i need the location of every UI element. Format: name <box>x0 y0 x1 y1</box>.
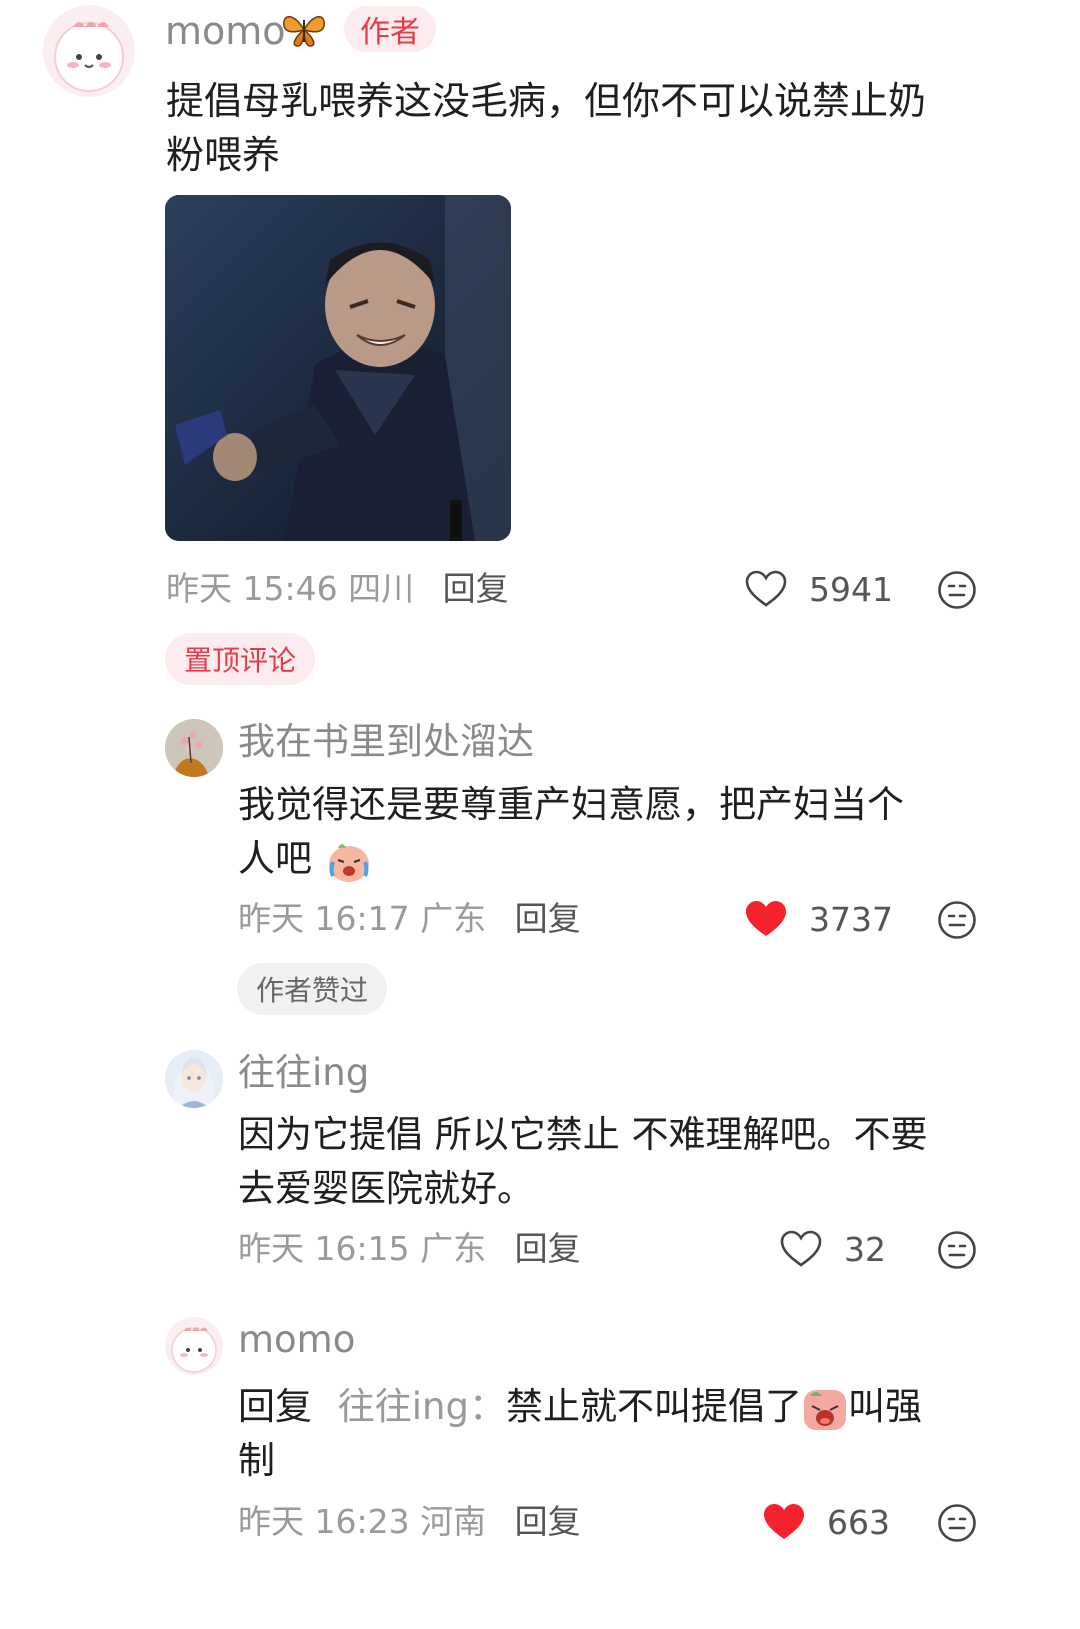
like-button[interactable]: 3737 <box>745 896 893 942</box>
crying-emoji <box>324 838 374 884</box>
author-badge: 作者 <box>344 6 436 52</box>
reply-meta: 昨天 16:23 河南 回复 <box>238 1499 581 1545</box>
like-count: 3737 <box>809 899 893 939</box>
reply-to-user[interactable]: 往往ing： <box>338 1385 506 1428</box>
reply-text-line-1: 因为它提倡 所以它禁止 不难理解吧。不要 <box>238 1113 928 1156</box>
reply-text-end: 叫强 <box>847 1385 922 1428</box>
reply-avatar[interactable] <box>165 1317 223 1375</box>
like-button[interactable]: 663 <box>763 1499 890 1545</box>
author-username[interactable]: momo <box>165 8 286 54</box>
reply-text-line-2: 制 <box>238 1439 275 1482</box>
reply-button[interactable]: 回复 <box>515 1229 581 1268</box>
reply-time: 昨天 16:17 <box>238 899 410 938</box>
reply-prefix: 回复 <box>238 1385 312 1428</box>
reply-avatar[interactable] <box>165 719 223 777</box>
emoji-face-icon[interactable] <box>937 900 977 940</box>
butterfly-icon <box>280 10 328 50</box>
emoji-face-icon[interactable] <box>937 1503 977 1543</box>
comment-location: 四川 <box>348 569 415 608</box>
reply-text-line-2: 人吧 <box>238 830 374 888</box>
reply-location: 河南 <box>420 1502 487 1541</box>
like-count: 663 <box>827 1502 890 1542</box>
reply-button[interactable]: 回复 <box>515 1502 581 1541</box>
reply-button[interactable]: 回复 <box>515 899 581 938</box>
heart-filled-icon <box>763 1503 805 1541</box>
comment-image[interactable] <box>165 195 511 541</box>
reply-location: 广东 <box>420 899 487 938</box>
reply-text-line-2: 去爱婴医院就好。 <box>238 1167 534 1210</box>
reply-text-line-1: 回复 往往ing：禁止就不叫提倡了 叫强 <box>238 1378 922 1436</box>
comment-text-line-1: 提倡母乳喂养这没毛病，但你不可以说禁止奶 <box>166 79 927 123</box>
heart-outline-icon <box>745 570 787 608</box>
comment-text-line-2: 粉喂养 <box>166 133 281 177</box>
like-button[interactable]: 5941 <box>745 566 893 612</box>
wailing-emoji <box>802 1386 848 1432</box>
reply-time: 昨天 16:23 <box>238 1502 410 1541</box>
reply-text-line-1: 我觉得还是要尊重产妇意愿，把产妇当个 <box>238 783 904 826</box>
reply-avatar[interactable] <box>165 1050 223 1108</box>
reply-text: 禁止就不叫提倡了 <box>505 1385 802 1428</box>
comment-time: 昨天 15:46 <box>166 569 338 608</box>
emoji-face-icon[interactable] <box>937 1230 977 1270</box>
heart-outline-icon <box>780 1230 822 1268</box>
emoji-face-icon[interactable] <box>937 570 977 610</box>
reply-button[interactable]: 回复 <box>443 569 509 608</box>
reply-location: 广东 <box>420 1229 487 1268</box>
author-avatar[interactable] <box>43 5 135 97</box>
pinned-badge: 置顶评论 <box>165 633 315 685</box>
reply-text: 人吧 <box>238 837 312 880</box>
reply-meta: 昨天 16:17 广东 回复 <box>238 896 581 942</box>
like-button[interactable]: 32 <box>780 1226 886 1272</box>
reply-meta: 昨天 16:15 广东 回复 <box>238 1226 581 1272</box>
comment-meta: 昨天 15:46 四川 回复 <box>166 566 509 612</box>
reply-time: 昨天 16:15 <box>238 1229 410 1268</box>
heart-filled-icon <box>745 900 787 938</box>
like-count: 32 <box>844 1229 886 1269</box>
reply-username[interactable]: 往往ing <box>238 1049 369 1097</box>
reply-username[interactable]: 我在书里到处溜达 <box>238 718 534 766</box>
like-count: 5941 <box>809 569 893 609</box>
author-liked-badge: 作者赞过 <box>237 963 387 1015</box>
reply-username[interactable]: momo <box>238 1316 355 1364</box>
